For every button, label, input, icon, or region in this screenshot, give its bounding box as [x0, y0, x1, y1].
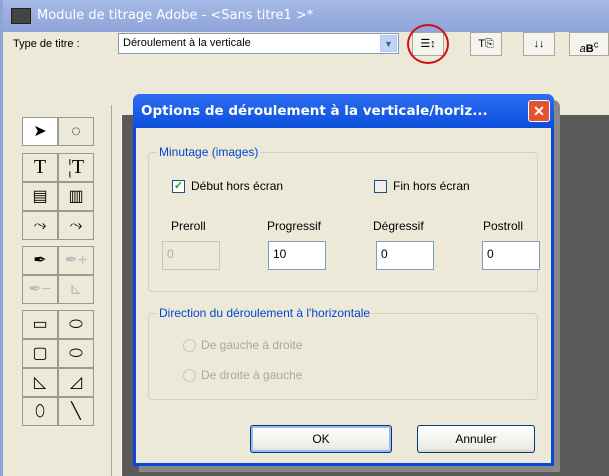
toolbox: ➤ ◌ T ¦T ▤ ▥ ⤳ ⤳ ✒ ✒+ ✒− ⊾ ▭ ⬭ ▢ ⬭ ◺ ◿ ⬯… [22, 117, 95, 447]
checkmark-icon: ✓ [173, 180, 184, 192]
pen-icon: ✒ [33, 252, 47, 269]
timing-group: Minutage (images) ✓ Début hors écran Fin… [148, 145, 540, 292]
end-offscreen-checkbox[interactable] [374, 180, 387, 193]
right-to-left-label: De droite à gauche [201, 368, 303, 382]
close-button[interactable]: ✕ [528, 100, 550, 122]
octagon-icon: ⬭ [69, 316, 83, 333]
chevron-down-icon[interactable]: ▼ [380, 35, 397, 52]
type-tool[interactable]: T [22, 153, 58, 182]
area-type-icon: ▤ [32, 188, 48, 205]
highlight-circle [407, 24, 449, 64]
rounded-corner-tool[interactable]: ▢ [22, 339, 58, 368]
pill-icon: ⬭ [69, 345, 83, 362]
type-icon: T [33, 156, 47, 178]
progressif-input[interactable]: 10 [268, 241, 326, 270]
degressif-label: Dégressif [373, 219, 424, 233]
type-label: Type de titre : [13, 38, 80, 50]
rectangle-icon: ▭ [32, 316, 48, 333]
rounded-rect-icon: ▢ [32, 345, 48, 362]
roll-options-dialog: Options de déroulement à la verticale/ho… [133, 94, 554, 466]
area-type-tool[interactable]: ▤ [22, 182, 58, 211]
title-type-select[interactable]: Déroulement à la verticale ▼ [118, 33, 399, 54]
postroll-label: Postroll [483, 219, 524, 233]
left-to-right-label: De gauche à droite [201, 338, 303, 352]
add-anchor-tool[interactable]: ✒+ [58, 246, 94, 275]
right-to-left-radio[interactable] [183, 369, 196, 382]
wedge-tool[interactable]: ◺ [22, 368, 58, 397]
divider [111, 105, 112, 476]
end-offscreen-label: Fin hors écran [393, 179, 470, 193]
close-icon: ✕ [533, 103, 545, 119]
rotation-tool[interactable]: ◌ [58, 117, 94, 146]
rounded-rectangle-tool[interactable]: ⬭ [58, 339, 94, 368]
pen-tool[interactable]: ✒ [22, 246, 58, 275]
title-type-value: Déroulement à la verticale [123, 37, 251, 49]
direction-group: Direction du déroulement à l'horizontale… [148, 306, 538, 400]
delete-anchor-tool[interactable]: ✒− [22, 275, 58, 304]
ok-button[interactable]: OK [250, 425, 392, 453]
window-title: Module de titrage Adobe - <Sans titre1 >… [3, 0, 609, 32]
start-offscreen-label: Début hors écran [191, 179, 284, 193]
templates-button[interactable]: T⎘ [470, 32, 502, 56]
rectangle-tool[interactable]: ▭ [22, 310, 58, 339]
postroll-input[interactable]: 0 [482, 241, 540, 270]
tab-stops-icon: ↓↓ [533, 38, 545, 50]
cancel-button[interactable]: Annuler [417, 425, 535, 453]
start-offscreen-checkbox[interactable]: ✓ [172, 180, 185, 193]
vertical-path-type-icon: ⤳ [69, 217, 83, 234]
vertical-type-icon: ¦T [67, 156, 85, 178]
selection-tool[interactable]: ➤ [22, 117, 58, 146]
styles-icon: aBc [579, 39, 599, 55]
path-type-tool[interactable]: ⤳ [22, 211, 58, 240]
arrow-icon: ➤ [33, 123, 47, 140]
rotation-icon: ◌ [71, 123, 81, 140]
convert-anchor-tool[interactable]: ⊾ [58, 275, 94, 304]
ellipse-tool[interactable]: ⬯ [22, 397, 58, 426]
styles-button[interactable]: aBc [569, 32, 609, 56]
progressif-label: Progressif [267, 219, 322, 233]
pen-minus-icon: ✒− [28, 281, 52, 298]
vertical-area-type-icon: ▥ [68, 188, 84, 205]
degressif-input[interactable]: 0 [376, 241, 434, 270]
line-tool[interactable]: ╲ [58, 397, 94, 426]
ellipse-icon: ⬯ [34, 403, 46, 420]
wedge-icon: ◺ [33, 374, 47, 391]
arc-tool[interactable]: ◿ [58, 368, 94, 397]
vertical-type-tool[interactable]: ¦T [58, 153, 94, 182]
vertical-area-type-tool[interactable]: ▥ [58, 182, 94, 211]
dialog-body: Minutage (images) ✓ Début hors écran Fin… [136, 128, 551, 463]
convert-anchor-icon: ⊾ [69, 281, 83, 298]
tab-stops-button[interactable]: ↓↓ [523, 32, 555, 56]
line-icon: ╲ [71, 403, 81, 420]
dialog-title: Options de déroulement à la verticale/ho… [133, 94, 554, 128]
vertical-path-type-tool[interactable]: ⤳ [58, 211, 94, 240]
direction-legend: Direction du déroulement à l'horizontale [157, 306, 373, 320]
arc-icon: ◿ [69, 374, 83, 391]
preroll-input[interactable]: 0 [162, 241, 220, 270]
clipped-rectangle-tool[interactable]: ⬭ [58, 310, 94, 339]
preroll-label: Preroll [171, 219, 206, 233]
path-type-icon: ⤳ [33, 217, 47, 234]
timing-legend: Minutage (images) [157, 145, 261, 159]
app-icon [11, 8, 31, 24]
left-to-right-radio[interactable] [183, 339, 196, 352]
pen-plus-icon: ✒+ [64, 252, 88, 269]
templates-icon: T⎘ [478, 38, 494, 50]
